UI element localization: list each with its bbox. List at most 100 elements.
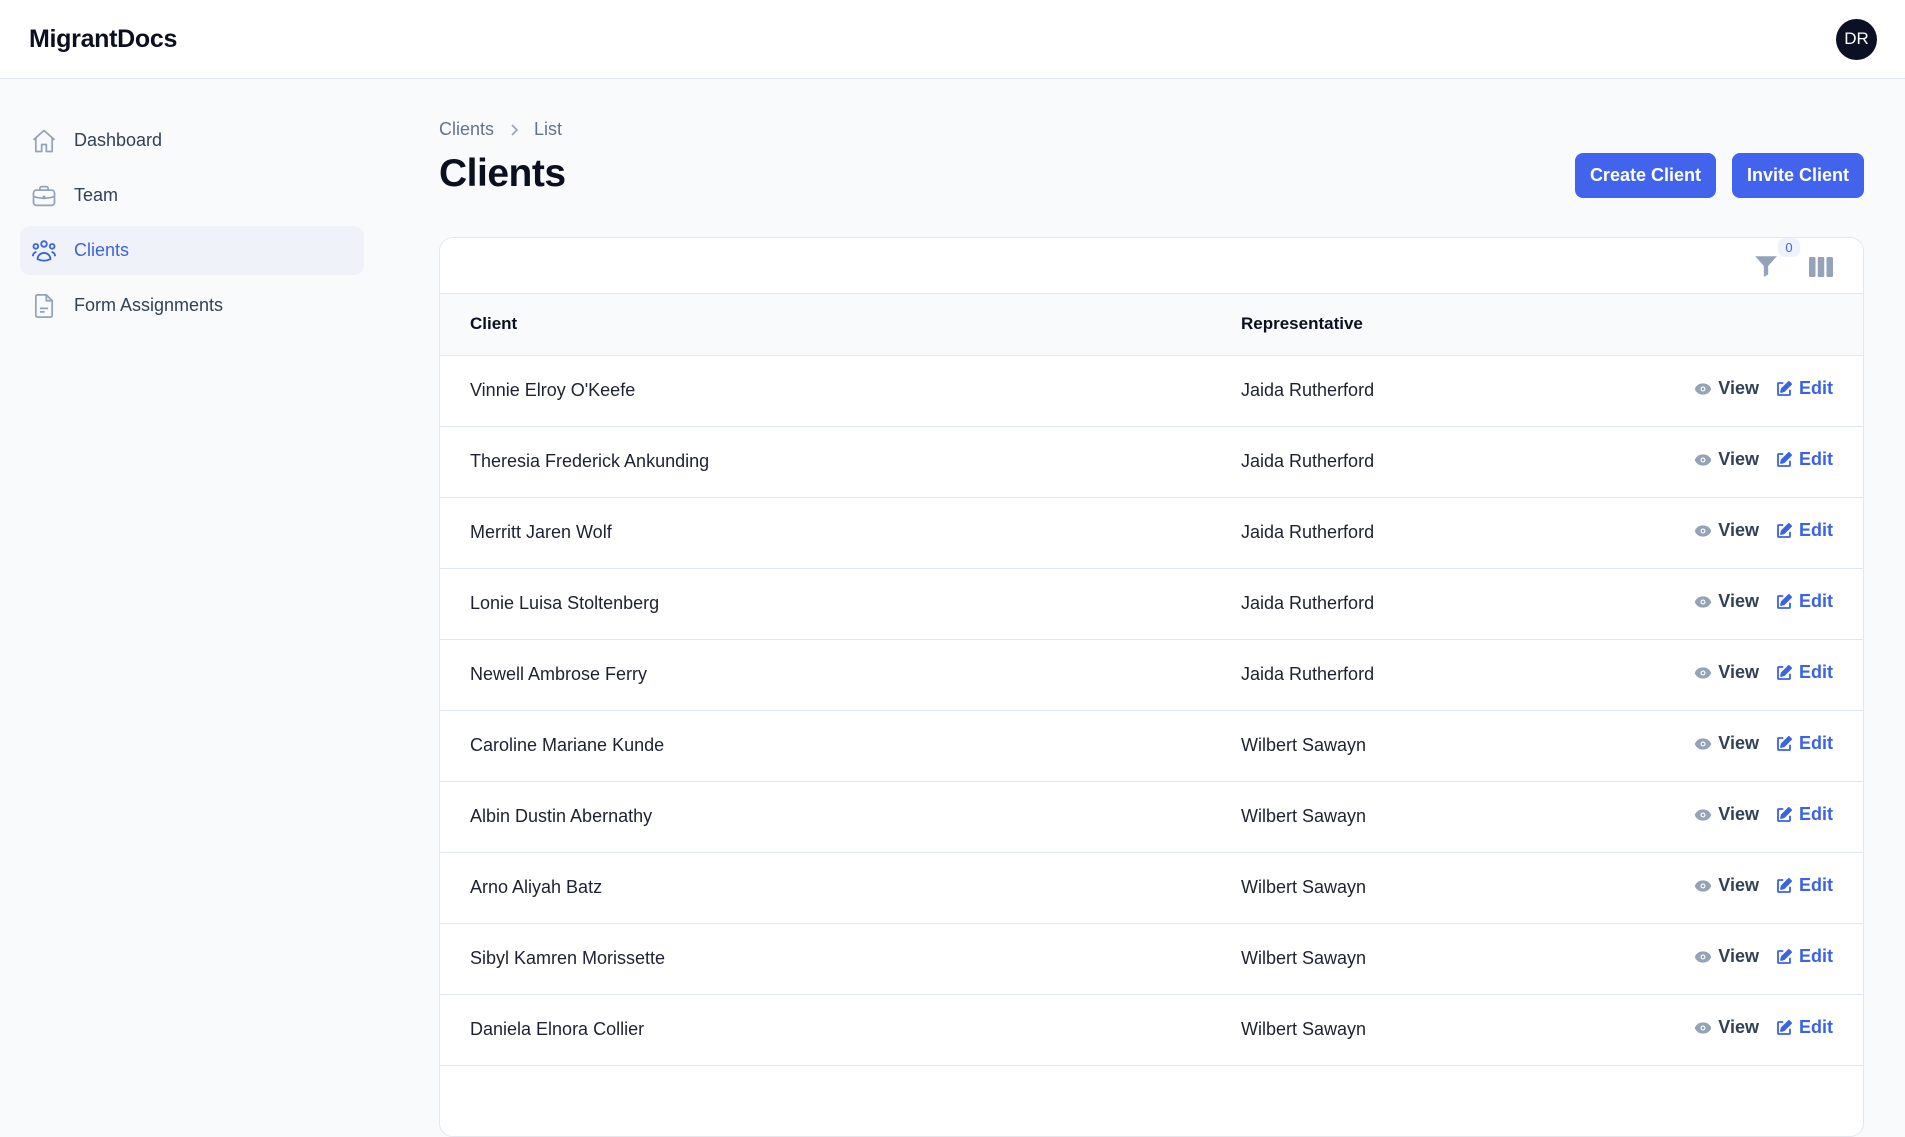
column-header-client[interactable]: Client — [440, 294, 1241, 355]
table-row[interactable]: Albin Dustin Abernathy Wilbert Sawayn Vi… — [440, 781, 1863, 852]
client-name: Theresia Frederick Ankunding — [470, 451, 710, 471]
page-title: Clients — [439, 152, 566, 195]
table-row[interactable]: Merritt Jaren Wolf Jaida Rutherford View… — [440, 497, 1863, 568]
view-label: View — [1718, 1017, 1759, 1038]
row-actions: View Edit — [1694, 449, 1833, 470]
edit-button[interactable]: Edit — [1775, 662, 1833, 683]
client-name: Albin Dustin Abernathy — [470, 806, 653, 826]
eye-icon — [1695, 809, 1712, 821]
column-header-representative[interactable]: Representative — [1241, 294, 1641, 355]
row-actions: View Edit — [1694, 662, 1833, 683]
edit-label: Edit — [1799, 520, 1833, 541]
edit-icon — [1777, 593, 1793, 609]
breadcrumb-clients-link[interactable]: Clients — [439, 119, 494, 140]
view-button[interactable]: View — [1694, 591, 1759, 612]
view-label: View — [1718, 804, 1759, 825]
invite-client-button[interactable]: Invite Client — [1731, 153, 1864, 198]
edit-label: Edit — [1799, 946, 1833, 967]
eye-icon — [1695, 880, 1712, 892]
page-actions: Create Client Invite Client — [1574, 153, 1864, 198]
edit-label: Edit — [1799, 591, 1833, 612]
eye-icon — [1695, 596, 1712, 608]
edit-label: Edit — [1799, 449, 1833, 470]
edit-icon — [1777, 380, 1793, 396]
edit-button[interactable]: Edit — [1775, 1017, 1833, 1038]
view-label: View — [1718, 449, 1759, 470]
client-name: Lonie Luisa Stoltenberg — [470, 593, 660, 613]
document-icon — [30, 292, 58, 320]
client-name: Arno Aliyah Batz — [470, 877, 603, 897]
sidebar-item-label: Form Assignments — [74, 295, 224, 315]
edit-button[interactable]: Edit — [1775, 875, 1833, 896]
client-name: Daniela Elnora Collier — [470, 1019, 645, 1039]
home-icon — [30, 127, 58, 155]
sidebar-item-dashboard[interactable]: Dashboard — [20, 116, 364, 165]
view-button[interactable]: View — [1694, 875, 1759, 896]
table-row[interactable]: Newell Ambrose Ferry Jaida Rutherford Vi… — [440, 639, 1863, 710]
edit-label: Edit — [1799, 1017, 1833, 1038]
row-actions: View Edit — [1694, 378, 1833, 399]
table-toolbar: 0 — [440, 238, 1863, 294]
table-row[interactable]: Caroline Mariane Kunde Wilbert Sawayn Vi… — [440, 710, 1863, 781]
row-actions: View Edit — [1694, 733, 1833, 754]
view-label: View — [1718, 378, 1759, 399]
view-button[interactable]: View — [1694, 662, 1759, 683]
edit-icon — [1777, 451, 1793, 467]
brand-logo[interactable]: MigrantDocs — [29, 25, 177, 54]
representative-name: Wilbert Sawayn — [1241, 948, 1367, 968]
edit-button[interactable]: Edit — [1775, 591, 1833, 612]
user-avatar[interactable]: DR — [1836, 18, 1877, 60]
eye-icon — [1695, 525, 1712, 537]
representative-name: Wilbert Sawayn — [1241, 735, 1367, 755]
breadcrumb: Clients List — [439, 119, 562, 140]
view-button[interactable]: View — [1694, 733, 1759, 754]
create-client-button[interactable]: Create Client — [1574, 153, 1716, 198]
view-button[interactable]: View — [1694, 804, 1759, 825]
representative-name: Jaida Rutherford — [1241, 380, 1375, 400]
view-button[interactable]: View — [1694, 449, 1759, 470]
filter-icon[interactable] — [1753, 253, 1779, 279]
columns-icon[interactable] — [1809, 257, 1833, 277]
view-button[interactable]: View — [1694, 946, 1759, 967]
edit-button[interactable]: Edit — [1775, 520, 1833, 541]
table-row[interactable]: Lonie Luisa Stoltenberg Jaida Rutherford… — [440, 568, 1863, 639]
clients-table-card: 0 Client Representative Vinnie Elroy O'K… — [439, 237, 1864, 1137]
edit-button[interactable]: Edit — [1775, 804, 1833, 825]
view-label: View — [1718, 662, 1759, 683]
sidebar-item-form-assignments[interactable]: Form Assignments — [20, 281, 364, 330]
representative-name: Jaida Rutherford — [1241, 522, 1375, 542]
edit-button[interactable]: Edit — [1775, 946, 1833, 967]
row-actions: View Edit — [1694, 946, 1833, 967]
edit-label: Edit — [1799, 733, 1833, 754]
table-row[interactable]: Arno Aliyah Batz Wilbert Sawayn View Edi… — [440, 852, 1863, 923]
sidebar-item-team[interactable]: Team — [20, 171, 364, 220]
view-button[interactable]: View — [1694, 520, 1759, 541]
table-row[interactable]: Sibyl Kamren Morissette Wilbert Sawayn V… — [440, 923, 1863, 994]
view-button[interactable]: View — [1694, 378, 1759, 399]
view-label: View — [1718, 520, 1759, 541]
edit-icon — [1777, 1019, 1793, 1035]
eye-icon — [1695, 1022, 1712, 1034]
table-row[interactable]: Daniela Elnora Collier Wilbert Sawayn Vi… — [440, 994, 1863, 1065]
sidebar: Dashboard Team Clients Form Assignments — [20, 116, 364, 336]
representative-name: Wilbert Sawayn — [1241, 1019, 1367, 1039]
edit-icon — [1777, 948, 1793, 964]
sidebar-item-clients[interactable]: Clients — [20, 226, 364, 275]
client-name: Sibyl Kamren Morissette — [470, 948, 666, 968]
eye-icon — [1695, 951, 1712, 963]
edit-button[interactable]: Edit — [1775, 378, 1833, 399]
edit-label: Edit — [1799, 662, 1833, 683]
edit-button[interactable]: Edit — [1775, 449, 1833, 470]
briefcase-icon — [30, 182, 58, 210]
view-button[interactable]: View — [1694, 1017, 1759, 1038]
breadcrumb-current: List — [534, 119, 563, 139]
edit-icon — [1777, 664, 1793, 680]
edit-button[interactable]: Edit — [1775, 733, 1833, 754]
eye-icon — [1695, 738, 1712, 750]
table-row[interactable]: Vinnie Elroy O'Keefe Jaida Rutherford Vi… — [440, 355, 1863, 426]
table-row[interactable]: Theresia Frederick Ankunding Jaida Ruthe… — [440, 426, 1863, 497]
view-label: View — [1718, 946, 1759, 967]
filter-count-badge: 0 — [1778, 238, 1800, 257]
sidebar-item-label: Clients — [74, 240, 130, 260]
representative-name: Wilbert Sawayn — [1241, 877, 1367, 897]
